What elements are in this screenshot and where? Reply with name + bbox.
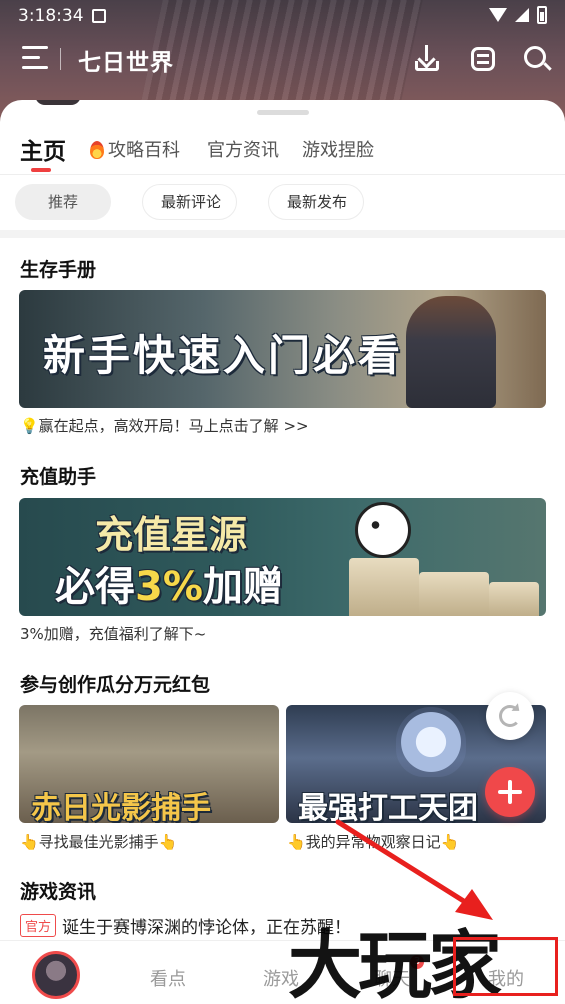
add-post-button[interactable] [485, 767, 535, 817]
battery-icon [537, 6, 547, 24]
menu-icon[interactable] [22, 46, 48, 70]
content-sheet: 主页 攻略百科 官方资讯 游戏捏脸 推荐 最新评论 最新发布 生存手册 新手快速… [0, 100, 565, 940]
section-title-news: 游戏资讯 [20, 881, 97, 903]
caption-photo-contest[interactable]: 👆寻找最佳光影捕手👆 [20, 831, 177, 852]
game-avatar[interactable] [32, 951, 80, 999]
highlight-box [453, 937, 558, 996]
banner-recharge[interactable]: 充值星源 必得3%加赠 [19, 498, 546, 616]
banner-character [406, 296, 496, 408]
banner-beginner-guide[interactable]: 新手快速入门必看 [19, 290, 546, 408]
tab-bar: 主页 攻略百科 官方资讯 游戏捏脸 [0, 130, 565, 174]
filter-chips: 推荐 最新评论 最新发布 [0, 184, 565, 224]
signal-icon [515, 8, 529, 22]
fire-icon [90, 141, 104, 159]
chip-latest-comments[interactable]: 最新评论 [142, 184, 237, 220]
notification-icon [92, 9, 106, 23]
download-icon[interactable] [412, 44, 442, 74]
drag-handle[interactable] [257, 110, 309, 115]
tab-guide-wiki-label: 攻略百科 [108, 140, 180, 161]
banner-panda [355, 502, 411, 558]
title-divider [60, 48, 61, 70]
banner-photo-contest-text: 赤日光影捕手 [31, 791, 211, 823]
nav-highlights[interactable]: 看点 [150, 965, 186, 991]
profile-avatar-peek [35, 100, 81, 105]
refresh-button[interactable] [486, 692, 534, 740]
scan-icon[interactable] [468, 44, 498, 74]
section-title-survival: 生存手册 [20, 259, 97, 281]
tab-face-creator[interactable]: 游戏捏脸 [302, 136, 374, 162]
banner-work-team-text: 最强打工天团 [298, 791, 478, 823]
title-bar: 七日世界 [0, 40, 565, 80]
status-bar: 3:18:34 [0, 0, 565, 34]
section-title-recharge: 充值助手 [20, 466, 97, 488]
chip-latest-posts[interactable]: 最新发布 [268, 184, 364, 220]
tab-guide-wiki[interactable]: 攻略百科 [90, 136, 180, 162]
wifi-icon [489, 8, 507, 22]
banner-creature [396, 707, 466, 777]
banner-pedestal [349, 558, 419, 616]
divider [0, 174, 565, 175]
official-tag: 官方 [20, 914, 57, 937]
banner-beginner-text: 新手快速入门必看 [43, 331, 404, 380]
active-tab-indicator [31, 168, 51, 172]
caption-observation-diary[interactable]: 👆我的异常物观察日记👆 [287, 831, 459, 852]
banner-recharge-line1: 充值星源 [95, 513, 248, 557]
tab-home[interactable]: 主页 [20, 132, 66, 166]
search-icon[interactable] [522, 44, 552, 74]
caption-beginner[interactable]: 💡赢在起点，高效开局！马上点击了解 >> [20, 415, 309, 436]
chip-recommended[interactable]: 推荐 [15, 184, 111, 220]
caption-recharge[interactable]: 3%加赠，充值福利了解下~ [20, 623, 206, 644]
status-icons [489, 6, 547, 24]
tab-official-news[interactable]: 官方资讯 [207, 136, 279, 162]
banner-photo-contest[interactable]: 赤日光影捕手 [19, 705, 279, 823]
section-spacer [0, 230, 565, 238]
section-title-creation: 参与创作瓜分万元红包 [20, 674, 211, 696]
page-title: 七日世界 [78, 50, 174, 76]
banner-pedestal [489, 582, 539, 616]
banner-recharge-line2: 必得3%加赠 [55, 564, 283, 610]
status-time: 3:18:34 [18, 6, 84, 26]
banner-pedestal [419, 572, 489, 616]
